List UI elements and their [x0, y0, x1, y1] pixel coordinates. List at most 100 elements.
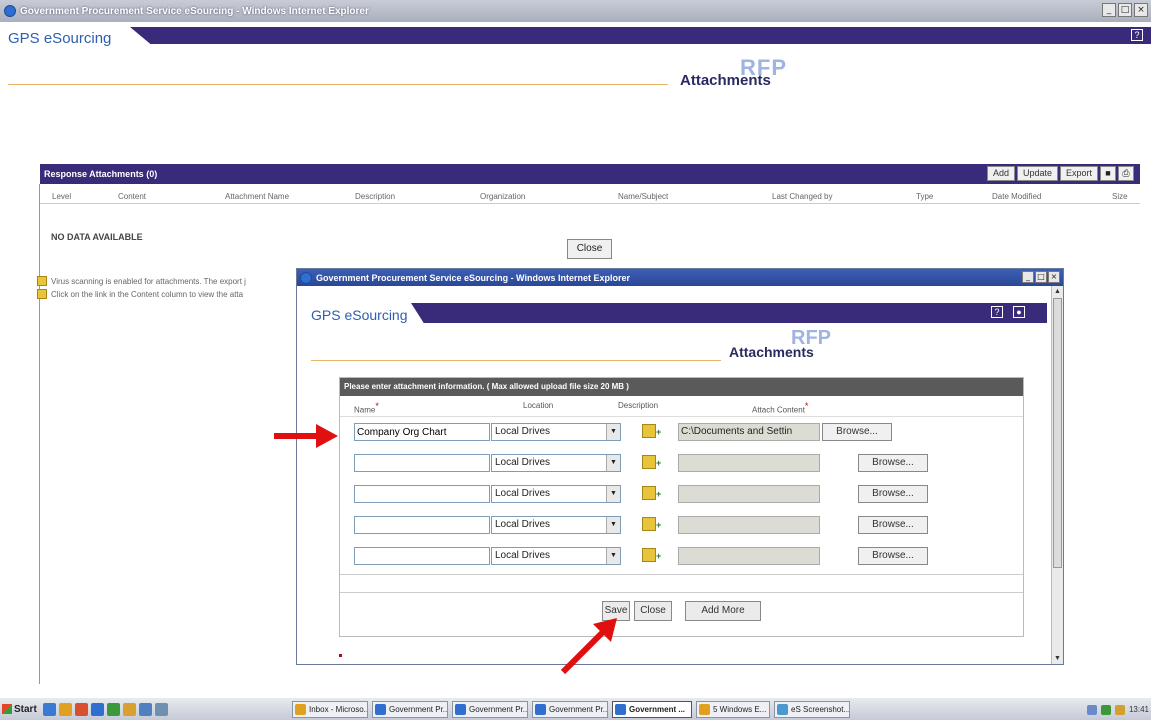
- location-value: Local Drives: [495, 457, 551, 468]
- browse-button[interactable]: Browse...: [858, 485, 928, 503]
- name-input[interactable]: [354, 454, 490, 472]
- add-description-icon[interactable]: +: [656, 489, 661, 499]
- browse-button[interactable]: Browse...: [858, 547, 928, 565]
- user-icon[interactable]: ●: [1013, 306, 1025, 318]
- add-description-icon[interactable]: +: [656, 551, 661, 561]
- clock[interactable]: 13:41: [1129, 705, 1149, 714]
- chevron-down-icon[interactable]: ▼: [606, 548, 620, 564]
- edit-description-icon[interactable]: [642, 517, 656, 531]
- taskbar-item[interactable]: eS Screenshot...: [774, 701, 850, 718]
- name-input[interactable]: [354, 423, 490, 441]
- taskbar-item[interactable]: Government Pr...: [372, 701, 448, 718]
- quicklaunch-icon[interactable]: [75, 702, 88, 716]
- print-icon[interactable]: ⎙: [1118, 166, 1134, 181]
- edit-description-icon[interactable]: [642, 486, 656, 500]
- location-select[interactable]: Local Drives ▼: [491, 423, 621, 441]
- name-input[interactable]: [354, 485, 490, 503]
- attach-path-field[interactable]: [678, 516, 820, 534]
- taskbar-item[interactable]: Government Pr...: [532, 701, 608, 718]
- location-value: Local Drives: [495, 488, 551, 499]
- scroll-up-icon[interactable]: ▲: [1053, 287, 1062, 296]
- browse-button[interactable]: Browse...: [822, 423, 892, 441]
- attach-path-field[interactable]: [678, 485, 820, 503]
- quicklaunch-icon[interactable]: [107, 702, 120, 716]
- col-date-modified[interactable]: Date Modified: [992, 192, 1041, 201]
- quicklaunch-icon[interactable]: [123, 702, 136, 716]
- col-level[interactable]: Level: [52, 192, 71, 201]
- popup-maximize-button[interactable]: □: [1035, 271, 1047, 283]
- col-content[interactable]: Content: [118, 192, 146, 201]
- scroll-down-icon[interactable]: ▼: [1053, 654, 1062, 663]
- browse-button[interactable]: Browse...: [858, 516, 928, 534]
- help-icon[interactable]: ?: [991, 306, 1003, 318]
- minimize-button[interactable]: _: [1102, 3, 1116, 17]
- close-window-button[interactable]: ×: [1134, 3, 1148, 17]
- col-size[interactable]: Size: [1112, 192, 1128, 201]
- form-header: Please enter attachment information. ( M…: [340, 378, 1023, 396]
- volume-icon[interactable]: [1114, 704, 1125, 715]
- attachment-form: Please enter attachment information. ( M…: [339, 377, 1024, 637]
- popup-minimize-button[interactable]: _: [1022, 271, 1034, 283]
- help-icon[interactable]: ?: [1131, 29, 1143, 41]
- location-select[interactable]: Local Drives ▼: [491, 485, 621, 503]
- add-description-icon[interactable]: +: [656, 427, 661, 437]
- taskbar-item[interactable]: Government Pr...: [452, 701, 528, 718]
- browser-title: Government Procurement Service eSourcing…: [20, 5, 369, 17]
- quicklaunch-icon[interactable]: [139, 702, 152, 716]
- add-description-icon[interactable]: +: [656, 458, 661, 468]
- popup-header-bar: ? ●: [411, 303, 1047, 323]
- location-select[interactable]: Local Drives ▼: [491, 516, 621, 534]
- attach-path-field[interactable]: [678, 454, 820, 472]
- help-tray-icon[interactable]: [1086, 704, 1097, 715]
- taskbar-item[interactable]: Inbox - Microso...: [292, 701, 368, 718]
- browse-button[interactable]: Browse...: [858, 454, 928, 472]
- popup-close-button[interactable]: ×: [1048, 271, 1060, 283]
- taskbar: Start Inbox - Microso... Government Pr..…: [0, 697, 1151, 720]
- col-description[interactable]: Description: [355, 192, 395, 201]
- add-button[interactable]: Add: [986, 166, 1015, 181]
- taskbar-item-label: Government Pr...: [389, 705, 448, 714]
- delete-icon[interactable]: ■: [1100, 166, 1116, 181]
- update-button[interactable]: Update: [1016, 166, 1058, 181]
- close-button[interactable]: Close: [634, 601, 672, 621]
- outlook-icon: [295, 704, 306, 715]
- export-button[interactable]: Export: [1059, 166, 1098, 181]
- chevron-down-icon[interactable]: ▼: [606, 517, 620, 533]
- edit-description-icon[interactable]: [642, 548, 656, 562]
- attach-path-field[interactable]: C:\Documents and Settin: [678, 423, 820, 441]
- add-more-button[interactable]: Add More: [685, 601, 761, 621]
- close-button[interactable]: Close: [567, 239, 612, 259]
- col-attachment-name[interactable]: Attachment Name: [225, 192, 289, 201]
- quicklaunch-icon[interactable]: [43, 702, 56, 716]
- info-icon: [37, 289, 47, 299]
- chevron-down-icon[interactable]: ▼: [606, 424, 620, 440]
- col-organization[interactable]: Organization: [480, 192, 525, 201]
- description-column-header: Description: [618, 401, 659, 410]
- name-input[interactable]: [354, 516, 490, 534]
- popup-title: Government Procurement Service eSourcing…: [316, 272, 630, 283]
- name-input[interactable]: [354, 547, 490, 565]
- taskbar-item[interactable]: 5 Windows E...: [696, 701, 770, 718]
- header-divider: [8, 84, 668, 85]
- col-type[interactable]: Type: [916, 192, 933, 201]
- chevron-down-icon[interactable]: ▼: [606, 455, 620, 471]
- network-icon[interactable]: [1100, 704, 1111, 715]
- quicklaunch-icon[interactable]: [155, 702, 168, 716]
- screen: { "browser": { "title": "Government Proc…: [0, 0, 1151, 720]
- popup-scrollbar[interactable]: ▲ ▼: [1051, 286, 1063, 664]
- quicklaunch-icon[interactable]: [59, 702, 72, 716]
- scroll-thumb[interactable]: [1053, 298, 1062, 568]
- taskbar-item-active[interactable]: Government ...: [612, 701, 692, 718]
- maximize-button[interactable]: □: [1118, 3, 1132, 17]
- col-last-changed-by[interactable]: Last Changed by: [772, 192, 833, 201]
- add-description-icon[interactable]: +: [656, 520, 661, 530]
- location-select[interactable]: Local Drives ▼: [491, 454, 621, 472]
- chevron-down-icon[interactable]: ▼: [606, 486, 620, 502]
- edit-description-icon[interactable]: [642, 424, 656, 438]
- location-select[interactable]: Local Drives ▼: [491, 547, 621, 565]
- start-button[interactable]: Start: [2, 700, 40, 719]
- quicklaunch-icon[interactable]: [91, 702, 104, 716]
- edit-description-icon[interactable]: [642, 455, 656, 469]
- col-name-subject[interactable]: Name/Subject: [618, 192, 668, 201]
- attach-path-field[interactable]: [678, 547, 820, 565]
